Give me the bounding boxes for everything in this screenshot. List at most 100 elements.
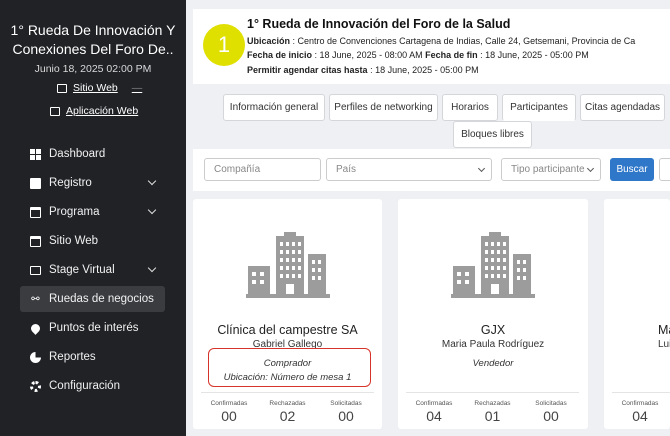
sidebar-item-label: Registro bbox=[49, 177, 92, 189]
sidebar-item-label: Puntos de interés bbox=[49, 322, 139, 334]
event-date: Junio 18, 2025 02:00 PM bbox=[34, 63, 152, 75]
allow-value: : 18 June, 2025 - 05:00 PM bbox=[370, 65, 479, 75]
chevron-down-icon bbox=[147, 205, 157, 215]
dashboard-icon bbox=[30, 148, 41, 160]
tab-citas-agendadas[interactable]: Citas agendadas bbox=[580, 94, 665, 121]
stat-value: 04 bbox=[632, 408, 648, 424]
extra-button[interactable] bbox=[659, 158, 670, 181]
chevron-down-icon bbox=[477, 164, 486, 173]
browser-icon bbox=[57, 83, 67, 93]
sidebar-item-sitio-web[interactable]: Sitio Web bbox=[20, 228, 165, 254]
gear-icon bbox=[30, 380, 41, 392]
sidebar-item-label: Sitio Web bbox=[49, 235, 99, 247]
tab-perfiles-de-networking[interactable]: Perfiles de networking bbox=[329, 94, 438, 121]
event-title: 1° Rueda De Innovación Y Conexiones Del … bbox=[10, 22, 176, 57]
event-header: 1 1° Rueda de Innovación del Foro de la … bbox=[193, 9, 670, 84]
country-select[interactable]: País bbox=[326, 158, 492, 181]
stat-value: 01 bbox=[484, 408, 501, 424]
participant-company: GJX bbox=[480, 323, 506, 337]
web-app-link-label: Aplicación Web bbox=[66, 105, 139, 117]
search-button[interactable]: Buscar bbox=[610, 158, 654, 181]
country-select-label: País bbox=[336, 164, 357, 175]
meeting-stats: Confirmadas 00 Rechazadas 02 Solicitadas… bbox=[201, 392, 374, 424]
location-line: Ubicación : Centro de Convenciones Carta… bbox=[247, 36, 635, 46]
stat-label: Solicitadas bbox=[535, 400, 567, 407]
sidebar-item-dashboard[interactable]: Dashboard bbox=[20, 141, 165, 167]
building-icon bbox=[451, 232, 535, 298]
stat-value: 04 bbox=[426, 408, 442, 424]
handshake-icon: ⚯ bbox=[31, 293, 40, 305]
meeting-stats: Confirmadas 04 Rechazadas 01 Solicitadas… bbox=[406, 392, 579, 424]
stat-requested: Solicitadas 00 bbox=[523, 393, 579, 424]
sidebar-item-label: Configuración bbox=[49, 380, 120, 392]
sidebar-item-reportes[interactable]: Reportes bbox=[20, 344, 165, 370]
sidebar-item-label: Programa bbox=[49, 206, 100, 218]
stat-label: Confirmadas bbox=[415, 400, 453, 407]
participant-card[interactable]: Clínica del campestre SA Gabriel Gallego… bbox=[193, 199, 382, 429]
web-app-icon bbox=[50, 106, 60, 116]
map-pin-icon bbox=[29, 321, 42, 335]
tab-participantes[interactable]: Participantes bbox=[502, 94, 576, 121]
building-icon bbox=[246, 232, 330, 298]
participant-card[interactable]: Ma Lui Confirmadas 04 bbox=[604, 199, 670, 429]
tab-bloques-libres[interactable]: Bloques libres bbox=[453, 121, 532, 148]
location-label: Ubicación bbox=[247, 36, 291, 46]
sidebar-item-stage-virtual[interactable]: Stage Virtual bbox=[20, 257, 165, 283]
sidebar-item-configuracion[interactable]: Configuración bbox=[20, 373, 165, 399]
site-link-label: Sitio Web bbox=[73, 82, 118, 94]
location-value: : Centro de Convenciones Cartagena de In… bbox=[290, 36, 636, 46]
stat-confirmed: Confirmadas 04 bbox=[612, 393, 668, 424]
participant-role: Vendedor bbox=[472, 358, 514, 369]
stat-value: 02 bbox=[279, 408, 296, 424]
participant-type-label: Tipo participante bbox=[511, 164, 585, 175]
website-icon bbox=[30, 235, 41, 247]
participant-company: Clínica del campestre SA bbox=[217, 323, 358, 337]
chevron-down-icon bbox=[147, 176, 157, 186]
stat-label: Rechazadas bbox=[269, 400, 306, 407]
sidebar-nav: Dashboard Registro Programa Sitio Web St… bbox=[20, 141, 165, 402]
stat-value: 00 bbox=[338, 408, 354, 424]
stat-confirmed: Confirmadas 04 bbox=[406, 393, 462, 424]
sidebar-item-ruedas-de-negocios[interactable]: ⚯ Ruedas de negocios bbox=[20, 286, 165, 312]
web-app-link[interactable]: Aplicación Web bbox=[50, 105, 138, 117]
event-number-badge: 1 bbox=[203, 24, 245, 66]
stat-rejected: Rechazadas 02 bbox=[260, 393, 316, 424]
start-label: Fecha de inicio bbox=[247, 50, 313, 60]
stat-label: Rechazadas bbox=[474, 400, 511, 407]
stat-confirmed: Confirmadas 00 bbox=[201, 393, 257, 424]
chevron-down-icon bbox=[586, 164, 595, 173]
stat-rejected: Rechazadas 01 bbox=[465, 393, 521, 424]
calendar-icon bbox=[30, 206, 41, 218]
participant-type-select[interactable]: Tipo participante bbox=[501, 158, 601, 181]
tab-horarios[interactable]: Horarios bbox=[442, 94, 498, 121]
dates-line: Fecha de inicio : 18 June, 2025 - 08:00 … bbox=[247, 50, 589, 60]
stat-label: Solicitadas bbox=[330, 400, 362, 407]
tab-informacion-general[interactable]: Información general bbox=[223, 94, 325, 121]
stat-label: Confirmadas bbox=[210, 400, 248, 407]
sidebar-item-label: Dashboard bbox=[49, 148, 106, 160]
participant-name: Maria Paula Rodríguez bbox=[441, 339, 545, 350]
site-link-extra: — bbox=[131, 82, 143, 94]
sidebar-item-puntos-de-interes[interactable]: Puntos de interés bbox=[20, 315, 165, 341]
sidebar-item-label: Stage Virtual bbox=[49, 264, 115, 276]
participant-location: Ubicación: Número de mesa 1 bbox=[223, 372, 352, 383]
sidebar-item-programa[interactable]: Programa bbox=[20, 199, 165, 225]
participant-card[interactable]: GJX Maria Paula Rodríguez Vendedor Confi… bbox=[398, 199, 588, 429]
stat-label: Confirmadas bbox=[621, 400, 659, 407]
monitor-icon bbox=[30, 265, 41, 275]
end-value: : 18 June, 2025 - 05:00 PM bbox=[477, 50, 589, 60]
filters-bar: Compañía País Tipo participante Buscar bbox=[193, 149, 670, 191]
company-input[interactable]: Compañía bbox=[204, 158, 321, 181]
sidebar-item-label: Ruedas de negocios bbox=[49, 293, 154, 305]
participant-role: Comprador bbox=[263, 358, 312, 369]
start-value: : 18 June, 2025 - 08:00 AM bbox=[312, 50, 426, 60]
chevron-down-icon bbox=[147, 263, 157, 273]
stat-value: 00 bbox=[543, 408, 559, 424]
participant-name: Lui bbox=[658, 339, 670, 350]
end-label: Fecha de fin bbox=[425, 50, 478, 60]
allow-label: Permitir agendar citas hasta bbox=[247, 65, 368, 75]
sidebar-item-registro[interactable]: Registro bbox=[20, 170, 165, 196]
site-link[interactable]: Sitio Web — bbox=[57, 82, 142, 94]
sidebar-item-label: Reportes bbox=[49, 351, 96, 363]
page-title: 1° Rueda de Innovación del Foro de la Sa… bbox=[247, 17, 511, 31]
